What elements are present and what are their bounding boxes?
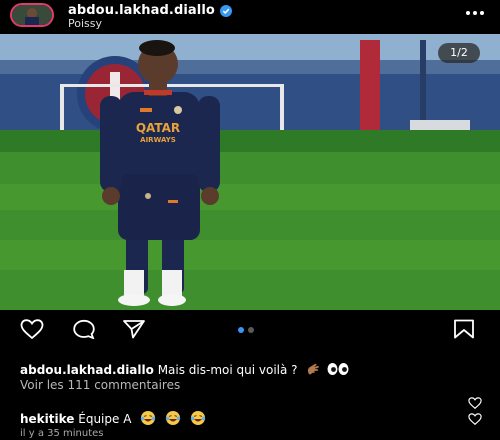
post-location[interactable]: Poissy xyxy=(68,17,102,30)
media-counter: 1/2 xyxy=(438,43,480,63)
comment-username[interactable]: hekitike xyxy=(20,412,74,426)
post-media[interactable]: QATAR AIRWAYS 1/2 xyxy=(0,34,500,310)
post-actions xyxy=(0,310,500,346)
post-caption: abdou.lakhad.diallo Mais dis-moi qui voi… xyxy=(20,362,350,377)
post-header: abdou.lakhad.diallo Poissy xyxy=(0,0,500,34)
jersey-sponsor-line1: QATAR xyxy=(136,121,180,135)
comment-timestamp: il y a 35 minutes xyxy=(20,428,104,439)
jersey-sponsor-line2: AIRWAYS xyxy=(140,136,176,144)
eyes-emoji-icon xyxy=(327,363,349,375)
caption-text: Mais dis-moi qui voilà ? xyxy=(157,363,298,377)
comment-item: hekitike Équipe A xyxy=(20,410,206,426)
comment-text: Équipe A xyxy=(78,412,132,426)
heart-icon[interactable] xyxy=(468,397,482,409)
avatar[interactable] xyxy=(10,3,54,27)
carousel-dot xyxy=(248,327,254,333)
verified-badge-icon xyxy=(219,4,232,17)
avatar-photo xyxy=(12,5,52,25)
bookmark-icon[interactable] xyxy=(452,319,476,339)
carousel-dot-active xyxy=(238,327,244,333)
carousel-dots xyxy=(238,327,254,333)
more-dots-icon[interactable] xyxy=(464,5,486,21)
view-comments-link[interactable]: Voir les 111 commentaires xyxy=(20,378,180,392)
tears-of-joy-emoji-icon xyxy=(141,411,156,425)
heart-icon[interactable] xyxy=(468,413,482,425)
caption-username[interactable]: abdou.lakhad.diallo xyxy=(20,363,154,377)
send-icon[interactable] xyxy=(122,319,146,339)
tears-of-joy-emoji-icon xyxy=(165,411,181,425)
post-username[interactable]: abdou.lakhad.diallo xyxy=(68,3,215,18)
hand-emoji-icon xyxy=(308,363,320,375)
tears-of-joy-emoji-icon xyxy=(190,411,206,425)
header-user: abdou.lakhad.diallo xyxy=(68,3,232,18)
comment-bubble-icon[interactable] xyxy=(72,319,96,339)
post-photo: QATAR AIRWAYS xyxy=(0,34,500,310)
heart-icon[interactable] xyxy=(20,319,44,339)
